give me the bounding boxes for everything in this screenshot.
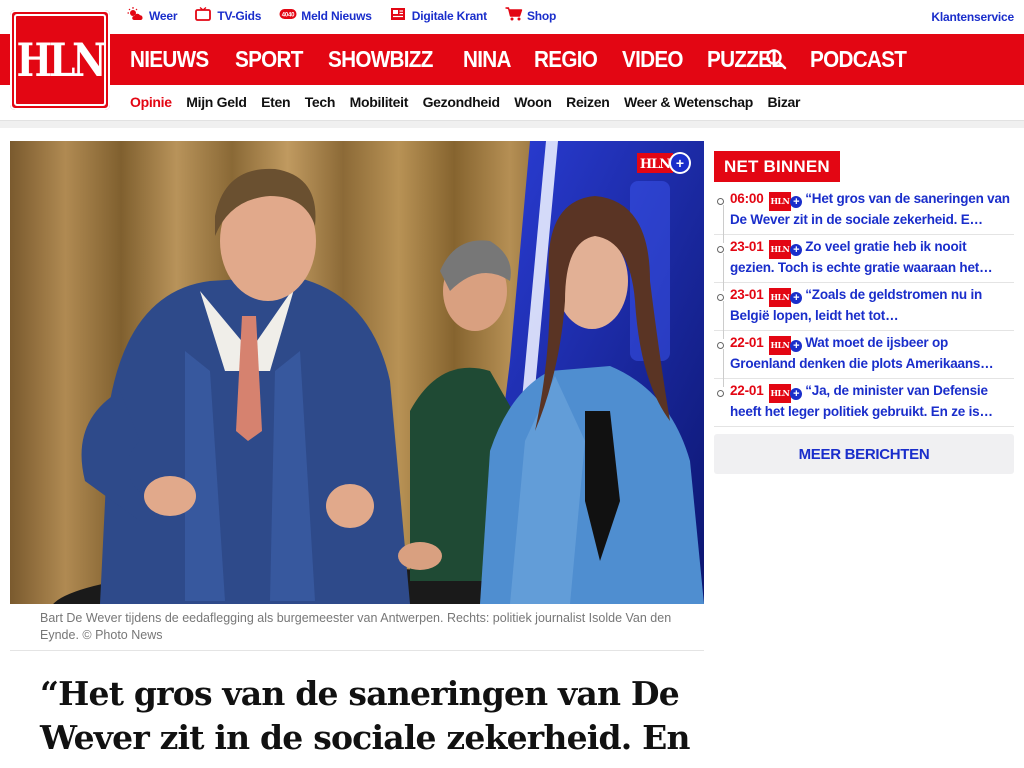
utility-bar: Weer TV-Gids 4040 Meld Nieuws Digitale K… bbox=[0, 0, 1024, 34]
weather-label: Weer bbox=[149, 8, 178, 23]
subnav-mijn-geld[interactable]: Mijn Geld bbox=[186, 94, 247, 110]
report-news-label: Meld Nieuws bbox=[301, 8, 372, 23]
news-time: 22-01 bbox=[730, 335, 764, 350]
nav-showbizz[interactable]: SHOWBIZZ bbox=[328, 46, 433, 73]
search-icon[interactable] bbox=[765, 48, 787, 70]
tv-guide-label: TV-Gids bbox=[217, 8, 262, 23]
tv-icon bbox=[195, 7, 212, 24]
net-binnen-title: NET BINNEN bbox=[714, 151, 840, 182]
news-time: 23-01 bbox=[730, 287, 764, 302]
net-binnen-sidebar: NET BINNEN 06:00 HLN + “Het gros van de san… bbox=[714, 151, 1014, 474]
news-list-item[interactable]: 22-01 HLN + “Ja, de minister van Defensie h… bbox=[714, 379, 1014, 427]
news-item-text[interactable]: 23-01 HLN + “Zoals de geldstromen nu in Bel… bbox=[730, 286, 1014, 324]
timeline-dot bbox=[717, 246, 724, 253]
subnav-opinie[interactable]: Opinie bbox=[130, 94, 172, 110]
news-item-text[interactable]: 22-01 HLN + Wat moet de ijsbeer op Groenlan… bbox=[730, 334, 1014, 372]
image-caption: Bart De Wever tijdens de eedaflegging al… bbox=[40, 611, 672, 642]
timeline-dot bbox=[717, 198, 724, 205]
customer-service-link[interactable]: Klantenservice bbox=[931, 10, 1014, 24]
nav-nieuws[interactable]: NIEUWS bbox=[130, 46, 209, 73]
logo-frame: HLN bbox=[14, 14, 107, 106]
news-time: 06:00 bbox=[730, 191, 764, 206]
subnav-mobiliteit[interactable]: Mobiliteit bbox=[350, 94, 409, 110]
nav-regio[interactable]: REGIO bbox=[534, 46, 598, 73]
nav-video[interactable]: VIDEO bbox=[622, 46, 684, 73]
timeline-dot bbox=[717, 342, 724, 349]
utility-links: Weer TV-Gids 4040 Meld Nieuws Digitale K… bbox=[127, 7, 574, 24]
news-list-item[interactable]: 22-01 HLN + Wat moet de ijsbeer op Groenlan… bbox=[714, 331, 1014, 387]
article-hero-image[interactable]: HLN + bbox=[10, 141, 704, 604]
subnav-reizen[interactable]: Reizen bbox=[566, 94, 610, 110]
subnav-gezondheid[interactable]: Gezondheid bbox=[423, 94, 500, 110]
subnav-tech[interactable]: Tech bbox=[305, 94, 336, 110]
shop-label: Shop bbox=[526, 8, 557, 23]
weather-link[interactable]: Weer bbox=[127, 7, 178, 24]
net-binnen-list: 06:00 HLN + “Het gros van de saneringen van… bbox=[714, 187, 1014, 427]
news-time: 23-01 bbox=[730, 239, 764, 254]
news-item-text[interactable]: 23-01 HLN + Zo veel gratie heb ik nooit gez… bbox=[730, 238, 1014, 276]
hero-photo: HLN + bbox=[10, 141, 704, 604]
news-list-item[interactable]: 23-01 HLN + “Zoals de geldstromen nu in Bel… bbox=[714, 283, 1014, 339]
hln-plus-icon: HLN + bbox=[768, 336, 803, 355]
hln-plus-icon: HLN + bbox=[768, 240, 803, 259]
main-navigation: NIEUWS SPORT SHOWBIZZ NINA REGIO VIDEO P… bbox=[0, 34, 1024, 85]
news-list-item[interactable]: 23-01 HLN + Zo veel gratie heb ik nooit gez… bbox=[714, 235, 1014, 291]
svg-text:4040: 4040 bbox=[282, 13, 295, 19]
phone-icon: 4040 bbox=[279, 8, 297, 23]
news-time: 22-01 bbox=[730, 383, 764, 398]
report-news-link[interactable]: 4040 Meld Nieuws bbox=[279, 7, 372, 24]
caption-divider bbox=[10, 650, 704, 651]
logo-text: HLN bbox=[16, 33, 107, 87]
subnav-weer-wetenschap[interactable]: Weer & Wetenschap bbox=[624, 94, 753, 110]
more-news-button[interactable]: MEER BERICHTEN bbox=[714, 434, 1014, 474]
timeline-dot bbox=[717, 390, 724, 397]
news-item-text[interactable]: 22-01 HLN + “Ja, de minister van Defensie h… bbox=[730, 382, 1014, 420]
nav-podcast[interactable]: PODCAST bbox=[810, 46, 907, 73]
sub-navigation: Opinie Mijn Geld Eten Tech Mobiliteit Ge… bbox=[130, 85, 815, 119]
tv-guide-link[interactable]: TV-Gids bbox=[195, 7, 261, 24]
subnav-woon[interactable]: Woon bbox=[514, 94, 552, 110]
digital-paper-label: Digitale Krant bbox=[411, 8, 487, 23]
hln-plus-badge: HLN + bbox=[637, 152, 691, 174]
article-headline: “Het gros van de saneringen van De Wever… bbox=[40, 674, 691, 757]
svg-text:+: + bbox=[676, 155, 684, 171]
shop-link[interactable]: Shop bbox=[505, 7, 556, 24]
nav-divider bbox=[0, 120, 1024, 128]
weather-icon bbox=[127, 7, 143, 24]
hln-logo[interactable]: HLN bbox=[10, 10, 110, 110]
hln-plus-icon: HLN + bbox=[768, 288, 803, 307]
timeline-dot bbox=[717, 294, 724, 301]
main-nav-items: NIEUWS SPORT SHOWBIZZ NINA REGIO VIDEO P… bbox=[130, 34, 935, 85]
news-item-text[interactable]: 06:00 HLN + “Het gros van de saneringen van… bbox=[730, 190, 1014, 228]
news-list-item[interactable]: 06:00 HLN + “Het gros van de saneringen van… bbox=[714, 187, 1014, 243]
hero-badge-text: HLN bbox=[640, 157, 671, 172]
subnav-bizar[interactable]: Bizar bbox=[767, 94, 800, 110]
hln-plus-icon: HLN + bbox=[768, 192, 803, 211]
subnav-eten[interactable]: Eten bbox=[261, 94, 290, 110]
nav-nina[interactable]: NINA bbox=[463, 46, 511, 73]
newspaper-icon bbox=[390, 7, 406, 24]
digital-paper-link[interactable]: Digitale Krant bbox=[390, 7, 487, 24]
cart-icon bbox=[505, 7, 523, 24]
hln-plus-icon: HLN + bbox=[768, 384, 803, 403]
nav-sport[interactable]: SPORT bbox=[235, 46, 303, 73]
